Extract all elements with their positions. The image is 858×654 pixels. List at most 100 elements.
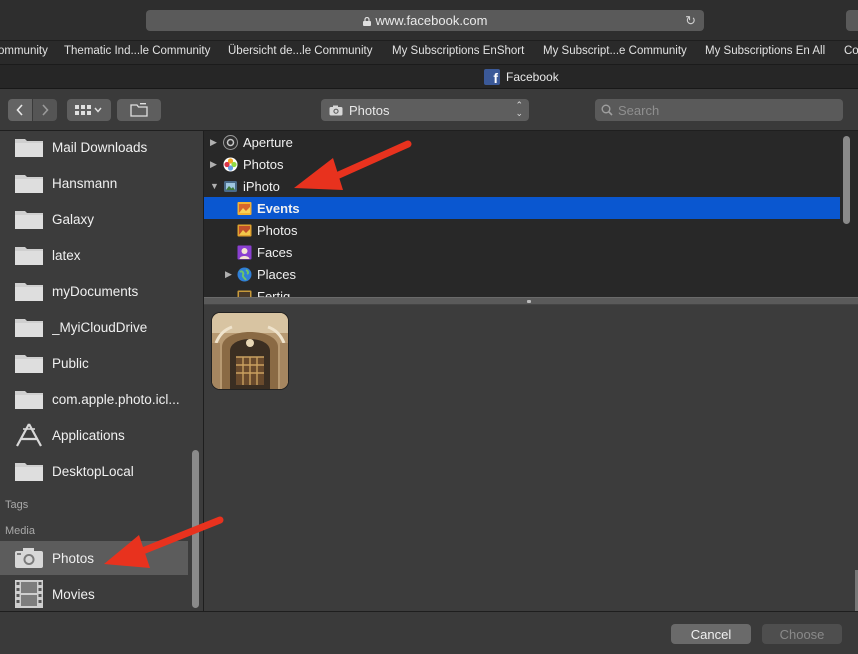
back-button[interactable] <box>8 99 32 121</box>
reload-icon[interactable]: ↻ <box>685 13 696 29</box>
sidebar-item-galaxy[interactable]: Galaxy <box>0 203 188 235</box>
url-text: www.facebook.com <box>375 13 488 28</box>
sidebar-item-photos[interactable]: Photos <box>0 541 188 575</box>
library-browser: ▶ Aperture ▶ Photos ▼ iPhoto Events Phot… <box>204 131 858 298</box>
browser-row-iphoto[interactable]: ▼ iPhoto <box>204 175 840 197</box>
folder-icon <box>15 391 43 409</box>
bookmark-item[interactable]: Thematic Ind...le Community <box>64 45 210 57</box>
bookmark-item[interactable]: My Subscriptions En All <box>705 45 825 57</box>
browser-row-events[interactable]: Events <box>204 197 840 219</box>
bookmark-item[interactable]: My Subscriptions EnShort <box>392 45 524 57</box>
folder-icon <box>15 355 43 373</box>
sidebar-item-com-apple-photo[interactable]: com.apple.photo.icl... <box>0 383 188 415</box>
browser-row-photos-album[interactable]: Photos <box>204 219 840 241</box>
new-folder-icon <box>130 103 148 117</box>
sidebar-item-mail-downloads[interactable]: Mail Downloads <box>0 131 188 163</box>
photo-thumbnail[interactable] <box>212 313 288 389</box>
disclosure-right-icon[interactable]: ▶ <box>225 269 232 280</box>
sidebar-item-label: myDocuments <box>52 283 139 299</box>
sidebar-item-myiclouddrive[interactable]: _MyiCloudDrive <box>0 311 188 343</box>
choose-button[interactable]: Choose <box>762 624 842 644</box>
sidebar-item-label: _MyiCloudDrive <box>52 319 148 335</box>
browser-row-label: Places <box>257 266 297 282</box>
tags-header: Tags <box>5 499 29 511</box>
new-folder-button[interactable] <box>117 99 161 121</box>
forward-button[interactable] <box>33 99 57 121</box>
sidebar-item-label: Mail Downloads <box>52 139 148 155</box>
camera-icon <box>329 105 343 115</box>
sidebar-item-label: Movies <box>52 586 95 602</box>
sidebar-scrollbar[interactable] <box>192 450 199 608</box>
dialog-footer: Cancel Choose <box>0 611 858 654</box>
folder-icon <box>15 175 43 193</box>
facebook-icon: f <box>484 69 500 85</box>
bookmark-item[interactable]: Co <box>844 45 858 57</box>
photos-app-icon <box>223 157 238 171</box>
tab-bar: f Facebook <box>0 64 858 89</box>
tab-facebook[interactable]: f Facebook <box>484 69 559 85</box>
toolbar-button[interactable] <box>846 10 858 31</box>
browser-row-label: iPhoto <box>243 178 280 194</box>
sidebar-item-applications[interactable]: Applications <box>0 419 188 451</box>
photo-grid <box>204 305 858 611</box>
applications-icon <box>16 423 42 447</box>
sidebar-item-label: Public <box>52 355 89 371</box>
divider-handle[interactable] <box>527 300 531 303</box>
split-view-divider[interactable] <box>204 297 858 305</box>
folder-icon <box>15 283 43 301</box>
sidebar-item-mydocuments[interactable]: myDocuments <box>0 275 188 307</box>
folder-icon <box>15 319 43 337</box>
browser-row-faces[interactable]: Faces <box>204 241 840 263</box>
search-icon <box>601 104 613 116</box>
film-icon <box>15 580 43 608</box>
sidebar-item-latex[interactable]: latex <box>0 239 188 271</box>
search-input[interactable] <box>618 102 828 118</box>
sidebar-item-label: Hansmann <box>52 175 118 191</box>
browser-row-label: Photos <box>257 222 298 238</box>
folder-icon <box>15 463 43 481</box>
browser-row-places[interactable]: ▶ Places <box>204 263 840 285</box>
browser-scrollbar[interactable] <box>843 136 850 224</box>
view-options-button[interactable] <box>67 99 111 121</box>
disclosure-right-icon[interactable]: ▶ <box>210 159 217 170</box>
location-dropdown[interactable]: Photos ⌃ ⌄ <box>321 99 529 121</box>
cancel-button[interactable]: Cancel <box>671 624 751 644</box>
aperture-icon <box>223 134 238 150</box>
sidebar-item-desktoplocal[interactable]: DesktopLocal <box>0 455 188 487</box>
browser-row-aperture[interactable]: ▶ Aperture <box>204 131 840 153</box>
chevron-left-icon <box>16 104 23 116</box>
browser-row-label: Faces <box>257 244 293 260</box>
disclosure-down-icon[interactable]: ▼ <box>210 181 219 191</box>
sidebar-item-public[interactable]: Public <box>0 347 188 379</box>
browser-row-photos-library[interactable]: ▶ Photos <box>204 153 840 175</box>
search-field[interactable] <box>595 99 843 121</box>
address-bar[interactable]: www.facebook.com ↻ <box>146 10 704 31</box>
media-header: Media <box>5 525 35 537</box>
lock-icon <box>362 17 371 26</box>
bookmark-item[interactable]: Übersicht de...le Community <box>228 45 372 57</box>
globe-icon <box>237 267 252 281</box>
events-icon <box>237 201 252 215</box>
sidebar-item-movies[interactable]: Movies <box>0 577 188 611</box>
browser-row-label: Events <box>257 200 300 216</box>
photos-album-icon <box>237 224 252 236</box>
iphoto-icon <box>224 180 237 192</box>
faces-icon <box>237 245 252 259</box>
sidebar-item-label: com.apple.photo.icl... <box>52 391 180 407</box>
folder-icon <box>15 247 43 265</box>
tab-title: Facebook <box>506 70 559 84</box>
location-label: Photos <box>349 102 390 118</box>
sidebar: Mail Downloads Hansmann Galaxy latex myD… <box>0 131 203 611</box>
browser-row-label: Photos <box>243 156 284 172</box>
photo-image <box>212 313 288 389</box>
sidebar-item-label: Applications <box>52 427 125 443</box>
sidebar-item-label: Galaxy <box>52 211 95 227</box>
camera-icon <box>15 548 43 568</box>
browser-row-label: Aperture <box>243 134 293 150</box>
disclosure-right-icon[interactable]: ▶ <box>210 137 217 148</box>
sidebar-item-label: latex <box>52 247 81 263</box>
sidebar-item-hansmann[interactable]: Hansmann <box>0 167 188 199</box>
bookmarks-bar: ommunity Thematic Ind...le Community Übe… <box>0 40 858 64</box>
bookmark-item[interactable]: My Subscript...e Community <box>543 45 687 57</box>
bookmark-item[interactable]: ommunity <box>0 45 48 57</box>
